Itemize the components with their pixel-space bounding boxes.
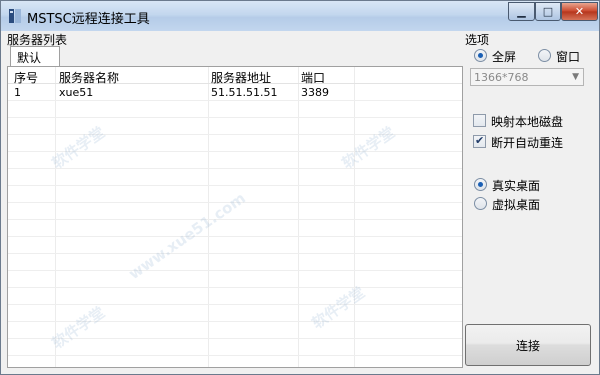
virtual-desktop-radio[interactable]	[474, 197, 487, 210]
resolution-value: 1366*768	[474, 71, 529, 84]
resolution-select[interactable]: 1366*768 ▼	[470, 68, 584, 86]
connect-label: 连接	[515, 338, 540, 353]
table-row[interactable]: 1 xue51 51.51.51.51 3389	[8, 84, 462, 101]
table-row[interactable]	[8, 169, 462, 186]
minimize-icon: ▁	[517, 5, 526, 18]
table-row[interactable]	[8, 203, 462, 220]
chevron-down-icon: ▼	[572, 72, 579, 82]
auto-reconnect-label[interactable]: 断开自动重连	[491, 134, 563, 151]
table-row[interactable]	[8, 118, 462, 135]
table-row[interactable]	[8, 186, 462, 203]
table-row[interactable]	[8, 305, 462, 322]
title-bar[interactable]: MSTSC远程连接工具 ▁ □ ✕	[1, 1, 599, 31]
table-row[interactable]	[8, 220, 462, 237]
fullscreen-radio[interactable]	[474, 49, 487, 62]
app-window: MSTSC远程连接工具 ▁ □ ✕ 服务器列表 默认 序号 服务器名称 服务器地…	[0, 0, 600, 375]
table-row[interactable]	[8, 271, 462, 288]
minimize-button[interactable]: ▁	[508, 2, 535, 21]
map-local-disk-checkbox[interactable]	[473, 114, 486, 127]
cell-address: 51.51.51.51	[211, 86, 278, 99]
tab-default[interactable]: 默认	[10, 46, 60, 67]
connect-button[interactable]: 连接	[465, 324, 591, 366]
app-icon	[9, 9, 21, 23]
server-table[interactable]: 序号 服务器名称 服务器地址 端口 1 xue51 51.51.51.51 33…	[8, 67, 462, 367]
maximize-button[interactable]: □	[535, 2, 561, 21]
window-radio[interactable]	[538, 49, 551, 62]
fullscreen-label[interactable]: 全屏	[492, 48, 516, 65]
real-desktop-label[interactable]: 真实桌面	[492, 177, 540, 194]
table-row[interactable]	[8, 237, 462, 254]
close-button[interactable]: ✕	[561, 2, 598, 21]
cell-index: 1	[14, 86, 21, 99]
options-label: 选项	[465, 33, 490, 47]
table-row[interactable]	[8, 152, 462, 169]
table-row[interactable]	[8, 254, 462, 271]
map-local-disk-label[interactable]: 映射本地磁盘	[491, 113, 563, 130]
real-desktop-radio[interactable]	[474, 178, 487, 191]
table-row[interactable]	[8, 101, 462, 118]
window-title: MSTSC远程连接工具	[27, 12, 150, 27]
tab-label: 默认	[17, 51, 42, 65]
maximize-icon: □	[542, 5, 554, 18]
server-list-panel: 序号 服务器名称 服务器地址 端口 1 xue51 51.51.51.51 33…	[7, 66, 463, 368]
table-row[interactable]	[8, 339, 462, 356]
table-row[interactable]	[8, 288, 462, 305]
table-row[interactable]	[8, 322, 462, 339]
window-label[interactable]: 窗口	[556, 48, 580, 65]
auto-reconnect-checkbox[interactable]	[473, 134, 486, 148]
main-content: 服务器列表 默认 序号 服务器名称 服务器地址 端口 1 xue51 51.51…	[7, 31, 594, 369]
table-header: 序号 服务器名称 服务器地址 端口	[8, 67, 462, 85]
table-row[interactable]	[8, 135, 462, 152]
cell-port: 3389	[301, 86, 329, 99]
virtual-desktop-label[interactable]: 虚拟桌面	[492, 196, 540, 213]
close-icon: ✕	[574, 5, 585, 18]
cell-name: xue51	[59, 86, 94, 99]
